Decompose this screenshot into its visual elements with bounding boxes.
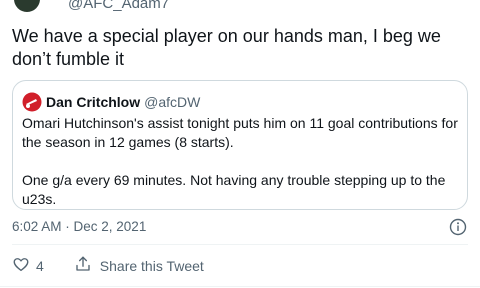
tweet-author-row: @AFC_Adam7 xyxy=(0,0,169,12)
info-icon[interactable] xyxy=(449,218,467,236)
quoted-tweet-header: Dan Critchlow @afcDW xyxy=(22,92,200,112)
quote-text: Omari Hutchinson's assist tonight puts h… xyxy=(22,114,458,228)
timestamp[interactable]: 6:02 AM · Dec 2, 2021 xyxy=(12,219,146,234)
tweet-actions: 4 Share this Tweet xyxy=(12,255,204,276)
quote-avatar[interactable] xyxy=(22,92,42,112)
divider xyxy=(12,244,468,245)
quoted-tweet[interactable]: Dan Critchlow @afcDW Omari Hutchinson's … xyxy=(12,80,468,210)
share-label: Share this Tweet xyxy=(99,257,204,274)
quote-paragraph-1: Omari Hutchinson's assist tonight puts h… xyxy=(22,115,458,150)
share-icon xyxy=(74,255,92,276)
arsenal-cannon-icon xyxy=(22,92,42,112)
quote-author-name[interactable]: Dan Critchlow xyxy=(46,94,140,110)
avatar[interactable] xyxy=(14,0,40,12)
heart-icon xyxy=(12,255,30,276)
quote-author-handle[interactable]: @afcDW xyxy=(144,94,200,110)
like-button[interactable]: 4 xyxy=(12,255,74,276)
share-button[interactable]: Share this Tweet xyxy=(74,255,204,276)
bottom-divider xyxy=(0,286,480,287)
tweet-text: We have a special player on our hands ma… xyxy=(12,26,441,69)
quote-paragraph-2: One g/a every 69 minutes. Not having any… xyxy=(22,172,446,207)
author-handle[interactable]: @AFC_Adam7 xyxy=(68,0,169,12)
like-count: 4 xyxy=(36,257,44,274)
